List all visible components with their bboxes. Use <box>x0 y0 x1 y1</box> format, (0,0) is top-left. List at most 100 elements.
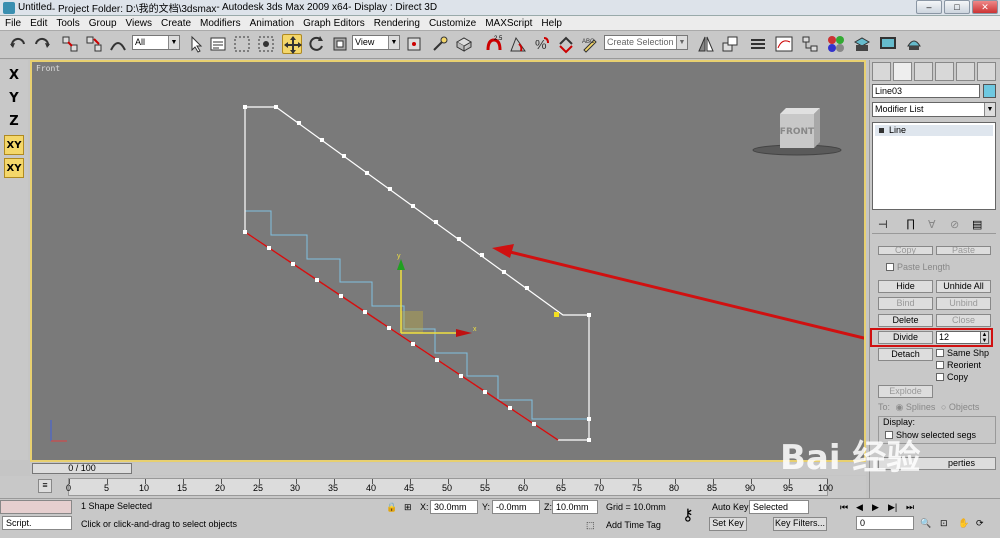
schematic-view-icon[interactable] <box>800 34 820 54</box>
hide-button[interactable]: Hide <box>878 280 933 293</box>
goto-start-icon[interactable]: ⏮ <box>840 502 848 513</box>
unbind-button[interactable]: Unbind <box>936 297 991 310</box>
time-tag-icon[interactable]: ⬚ <box>586 520 595 531</box>
maxscript-listener-mini[interactable] <box>0 500 72 514</box>
menu-maxscript[interactable]: MAXScript <box>485 18 532 29</box>
expand-icon[interactable] <box>879 128 884 133</box>
configure-sets-icon[interactable]: ▤ <box>972 218 982 231</box>
key-icon[interactable]: ⚷ <box>682 505 694 525</box>
named-selection-set-select[interactable]: Create Selection Set ▼ <box>604 35 688 50</box>
app-icon[interactable] <box>3 1 15 14</box>
create-tab-icon[interactable] <box>872 62 891 81</box>
unhide-all-button[interactable]: Unhide All <box>936 280 991 293</box>
play-icon[interactable]: ▶ <box>872 502 879 513</box>
select-link-icon[interactable] <box>60 34 80 54</box>
front-viewport[interactable]: Front FRONT y x <box>30 60 866 462</box>
curve-editor-icon[interactable] <box>774 34 794 54</box>
motion-tab-icon[interactable] <box>935 62 954 81</box>
unlink-icon[interactable] <box>84 34 104 54</box>
show-end-result-icon[interactable]: ∏ <box>906 218 915 230</box>
move-gizmo[interactable]: y x <box>397 253 477 337</box>
render-setup-icon[interactable] <box>852 34 872 54</box>
close-button[interactable]: ✕ <box>972 0 998 14</box>
select-manipulate-icon[interactable] <box>430 34 450 54</box>
bind-button[interactable]: Bind <box>878 297 933 310</box>
absolute-mode-icon[interactable]: ⊞ <box>404 502 412 513</box>
pin-stack-icon[interactable]: ⊣ <box>878 218 888 231</box>
zoom-icon[interactable]: 🔍 <box>920 518 931 529</box>
add-time-tag[interactable]: Add Time Tag <box>606 520 661 530</box>
menu-tools[interactable]: Tools <box>56 18 79 29</box>
copy-checkbox[interactable]: Copy <box>936 372 968 382</box>
pivot-center-icon[interactable] <box>404 34 424 54</box>
modifier-list-select[interactable]: Modifier List ▼ <box>872 102 996 117</box>
paste-length-checkbox[interactable]: Paste Length <box>886 262 950 272</box>
properties-rollout[interactable]: perties <box>878 457 996 470</box>
constrain-y-button[interactable]: Y <box>4 89 24 109</box>
make-unique-icon[interactable]: ∀ <box>928 218 936 231</box>
display-tab-icon[interactable] <box>956 62 975 81</box>
scale-icon[interactable] <box>330 34 350 54</box>
hierarchy-tab-icon[interactable] <box>914 62 933 81</box>
align-icon[interactable] <box>720 34 740 54</box>
bind-spacewarp-icon[interactable] <box>108 34 128 54</box>
minimize-button[interactable]: – <box>916 0 942 14</box>
modify-tab-icon[interactable] <box>893 62 912 81</box>
constrain-xy-cycle-button[interactable]: XY <box>4 158 24 178</box>
menu-create[interactable]: Create <box>161 18 191 29</box>
track-ruler[interactable]: 0 5 10 15 20 25 30 35 40 45 50 55 60 65 70 75 80 85 90 95 10… <box>66 478 833 496</box>
percent-snap-icon[interactable]: % <box>532 34 552 54</box>
orbit-icon[interactable]: ⟳ <box>976 518 984 529</box>
y-coord-input[interactable]: -0.0mm <box>492 500 540 514</box>
objects-radio[interactable]: ○ <box>941 402 949 412</box>
prev-frame-icon[interactable]: ◀ <box>856 502 863 513</box>
pan-icon[interactable]: ✋ <box>958 518 969 529</box>
menu-modifiers[interactable]: Modifiers <box>200 18 241 29</box>
splines-radio[interactable]: ◉ <box>896 402 906 412</box>
time-slider[interactable]: 0 / 100 <box>32 463 132 474</box>
undo-icon[interactable] <box>8 34 28 54</box>
close-button[interactable]: Close <box>936 314 991 327</box>
constrain-z-button[interactable]: Z <box>4 112 24 132</box>
detach-button[interactable]: Detach <box>878 348 933 361</box>
keyboard-shortcut-icon[interactable] <box>454 34 474 54</box>
angle-snap-icon[interactable] <box>508 34 528 54</box>
menu-file[interactable]: File <box>5 18 21 29</box>
constrain-x-button[interactable]: X <box>4 66 24 86</box>
zoom-extents-icon[interactable]: ⊡ <box>940 518 948 529</box>
menu-edit[interactable]: Edit <box>30 18 47 29</box>
snaps-toggle-icon[interactable]: 2.5 <box>484 34 504 54</box>
show-selected-segs-checkbox[interactable]: Show selected segs <box>885 430 976 440</box>
layer-manager-icon[interactable] <box>748 34 768 54</box>
lock-selection-icon[interactable]: 🔒 <box>386 502 397 513</box>
constrain-xy-button[interactable]: XY <box>4 135 24 155</box>
delete-button[interactable]: Delete <box>878 314 933 327</box>
menu-help[interactable]: Help <box>541 18 562 29</box>
same-shp-checkbox[interactable]: Same Shp <box>936 348 989 358</box>
remove-modifier-icon[interactable]: ⊘ <box>950 218 959 231</box>
menu-graph-editors[interactable]: Graph Editors <box>303 18 365 29</box>
selection-filter-select[interactable]: All ▼ <box>132 35 180 50</box>
z-coord-input[interactable]: 10.0mm <box>552 500 598 514</box>
redo-icon[interactable] <box>32 34 52 54</box>
move-icon[interactable] <box>282 34 302 54</box>
menu-views[interactable]: Views <box>126 18 153 29</box>
object-name-field[interactable]: Line03 <box>872 84 980 98</box>
explode-button[interactable]: Explode <box>878 385 933 398</box>
menu-group[interactable]: Group <box>89 18 117 29</box>
menu-animation[interactable]: Animation <box>250 18 294 29</box>
viewcube[interactable]: FRONT <box>752 108 842 156</box>
rect-selection-icon[interactable] <box>232 34 252 54</box>
stack-item-line[interactable]: Line <box>875 125 993 136</box>
paste-button[interactable]: Paste <box>936 246 991 255</box>
set-key-button[interactable]: Set Key <box>709 517 747 531</box>
rendered-frame-icon[interactable] <box>878 34 898 54</box>
mirror-icon[interactable] <box>696 34 716 54</box>
material-editor-icon[interactable] <box>826 34 846 54</box>
x-coord-input[interactable]: 30.0mm <box>430 500 478 514</box>
key-filters-button[interactable]: Key Filters... <box>773 517 827 531</box>
copy-button[interactable]: Copy <box>878 246 933 255</box>
edit-named-sel-icon[interactable]: ABC <box>580 34 600 54</box>
menu-customize[interactable]: Customize <box>429 18 476 29</box>
current-frame-input[interactable]: 0 <box>856 516 914 530</box>
